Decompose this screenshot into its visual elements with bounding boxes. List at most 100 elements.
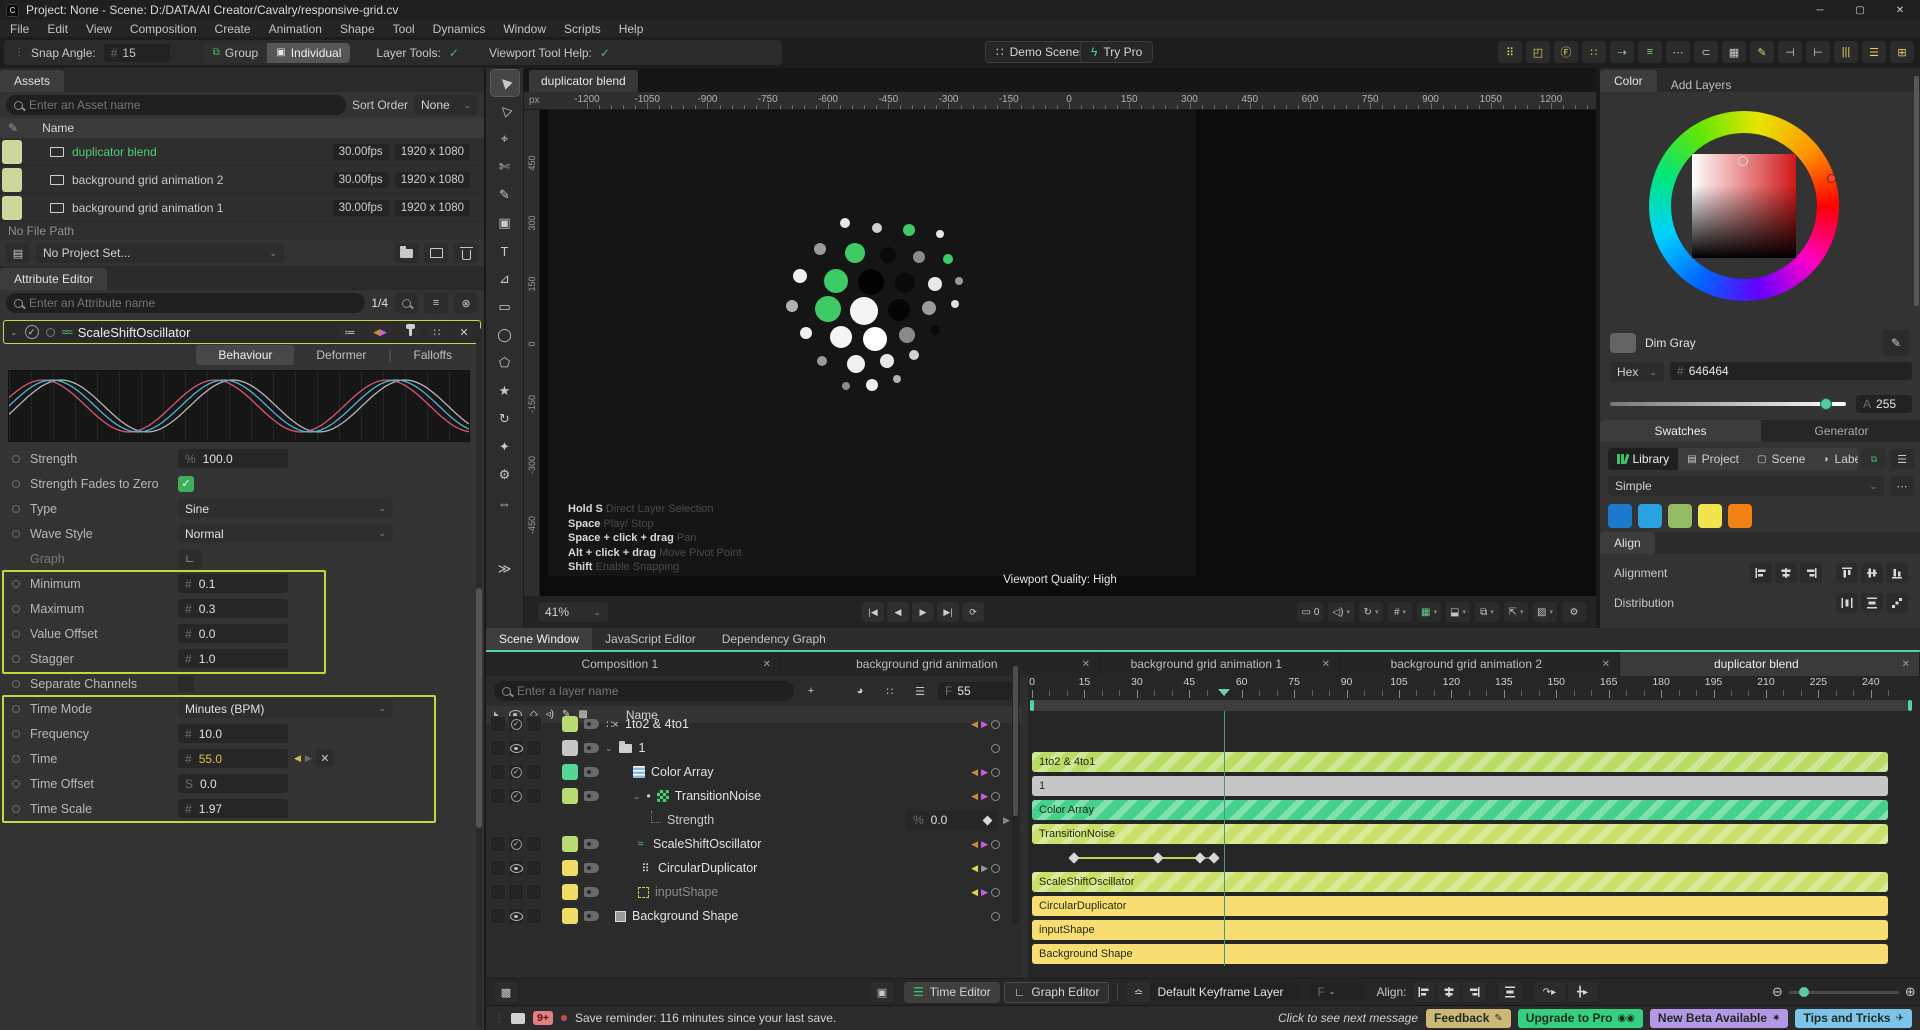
keyframe-diamond-icon[interactable] bbox=[982, 815, 993, 825]
input-arrow-icon[interactable]: ◀ bbox=[971, 767, 978, 778]
timeline-zoom-slider[interactable] bbox=[1788, 986, 1899, 997]
layer-row[interactable]: ✓ ⌄ • TransitionNoise ◀ ▶ bbox=[486, 784, 1022, 808]
render-toggle-icon[interactable] bbox=[991, 719, 1000, 729]
tab-scene-window[interactable]: Scene Window bbox=[486, 628, 593, 650]
layer-row[interactable]: ✓ Color Array ◀ ▶ bbox=[486, 760, 1022, 784]
attribute-field[interactable]: #1.0 bbox=[178, 649, 288, 668]
tag-icon[interactable] bbox=[584, 887, 599, 897]
tips-and-tricks-button[interactable]: Tips and Tricks ✈ bbox=[1795, 1008, 1912, 1028]
layer-row[interactable]: ⌄ 1 bbox=[486, 736, 1022, 760]
render-toggle-icon[interactable] bbox=[991, 911, 1000, 921]
tab-assets[interactable]: Assets bbox=[0, 70, 65, 92]
solo-cell[interactable] bbox=[526, 740, 542, 756]
table-icon[interactable]: ▦ bbox=[1722, 41, 1746, 63]
source-tab-labels[interactable]: ◗ Labels bbox=[1814, 448, 1858, 470]
zoom-in-icon[interactable]: ⊕ bbox=[1905, 984, 1916, 1000]
remove-keyframe-button[interactable]: ✕ bbox=[315, 750, 334, 767]
timeline-zoom-handle[interactable] bbox=[1798, 986, 1809, 997]
render-toggle-icon[interactable] bbox=[991, 743, 1000, 753]
align-top-button[interactable] bbox=[1836, 563, 1858, 583]
close-icon[interactable]: ✕ bbox=[1593, 659, 1619, 670]
project-set-icon[interactable]: ▤ bbox=[6, 243, 30, 263]
new-beta-available-button[interactable]: New Beta Available ✷ bbox=[1649, 1008, 1789, 1028]
hex-field[interactable]: # 646464 bbox=[1670, 362, 1912, 380]
asset-search-input[interactable] bbox=[29, 98, 338, 112]
more-tools-button[interactable]: ≫ bbox=[491, 556, 519, 582]
attribute-search-input[interactable] bbox=[29, 296, 358, 310]
star-tool[interactable]: ★ bbox=[491, 378, 519, 404]
color-swatch[interactable] bbox=[1698, 504, 1722, 528]
menu-shape[interactable]: Shape bbox=[340, 22, 375, 36]
keyframe-diamond[interactable] bbox=[1068, 852, 1080, 864]
source-tab-scene[interactable]: ▢ Scene bbox=[1748, 448, 1814, 470]
checker-icon[interactable]: ▨ ▾ bbox=[1533, 602, 1557, 622]
attribute-checkbox[interactable] bbox=[178, 675, 194, 692]
align-left-icon[interactable]: ⊣ bbox=[1778, 41, 1802, 63]
tab-javascript-editor[interactable]: JavaScript Editor bbox=[592, 628, 709, 650]
timeline-bar[interactable]: 1 bbox=[1032, 776, 1888, 796]
attribute-socket-icon[interactable] bbox=[12, 454, 20, 463]
expander-chevron-icon[interactable]: ⌄ bbox=[633, 791, 641, 802]
align-bottom-button[interactable] bbox=[1886, 563, 1908, 583]
attribute-field[interactable]: #10.0 bbox=[178, 724, 288, 743]
input-arrow-icon[interactable]: ◀ bbox=[971, 863, 978, 874]
layer-color-chip[interactable] bbox=[562, 740, 578, 756]
pin-button[interactable] bbox=[400, 322, 420, 342]
viewport-zoom-dropdown[interactable]: 41% ⌄ bbox=[538, 602, 608, 622]
kf-align-right-button[interactable] bbox=[1462, 982, 1485, 1002]
attribute-socket-icon[interactable] bbox=[12, 629, 20, 638]
open-folder-button[interactable] bbox=[394, 243, 418, 263]
attribute-socket-icon[interactable] bbox=[12, 504, 20, 513]
asset-row[interactable]: background grid animation 1 30.00fps 1920 … bbox=[0, 194, 484, 222]
maximize-button[interactable]: ▢ bbox=[1840, 0, 1880, 20]
kf-ease-button[interactable]: ↷▸ bbox=[1534, 982, 1565, 1002]
visibility-cell[interactable] bbox=[508, 908, 524, 924]
attribute-socket-icon[interactable] bbox=[12, 704, 20, 713]
render-toggle-icon[interactable] bbox=[991, 767, 1000, 777]
messages-icon[interactable] bbox=[511, 1012, 525, 1024]
source-tab-library[interactable]: Library bbox=[1608, 448, 1679, 470]
kf-align-left-button[interactable] bbox=[1412, 982, 1435, 1002]
lock-cell[interactable] bbox=[490, 788, 506, 804]
scatter-icon[interactable]: ∷ bbox=[1582, 41, 1606, 63]
timeline-bar[interactable]: ScaleShiftOscillator bbox=[1032, 872, 1888, 892]
tab-color[interactable]: Color bbox=[1600, 70, 1657, 92]
attribute-socket-icon[interactable] bbox=[12, 729, 20, 738]
lock-cell[interactable] bbox=[490, 908, 506, 924]
export-icon[interactable]: ⇱ ▾ bbox=[1504, 602, 1528, 622]
tab-add-layers[interactable]: Add Layers bbox=[1657, 78, 1746, 92]
tag-icon[interactable] bbox=[584, 719, 599, 729]
solo-cell[interactable] bbox=[526, 884, 542, 900]
try-pro-button[interactable]: ϟ Try Pro bbox=[1080, 41, 1154, 63]
alpha-slider[interactable] bbox=[1610, 398, 1846, 410]
layer-row[interactable]: Strength% 0.0 ▶ bbox=[486, 808, 1022, 832]
alpha-field[interactable]: A 255 bbox=[1856, 395, 1912, 413]
tag-visibility-button[interactable]: ▩ bbox=[494, 982, 518, 1002]
kf-spacing-button[interactable]: ╋▸ bbox=[1567, 982, 1598, 1002]
tag-icon[interactable] bbox=[584, 743, 599, 753]
timeline-bar[interactable]: 1to2 & 4to1 bbox=[1032, 752, 1888, 772]
drag-handle-icon[interactable]: ⋮ bbox=[494, 1013, 504, 1024]
direct-select-tool[interactable]: ▷ bbox=[491, 98, 519, 124]
color-mode-dropdown[interactable]: Hex ⌄ bbox=[1610, 362, 1664, 382]
audio-icon[interactable]: ◁) ▾ bbox=[1328, 602, 1354, 622]
viewport-tab[interactable]: duplicator blend bbox=[529, 70, 638, 92]
attribute-socket-icon[interactable] bbox=[12, 529, 20, 538]
output-arrow-icon[interactable]: ▶ bbox=[981, 887, 988, 898]
color-swatch[interactable] bbox=[1728, 504, 1752, 528]
filter-settings-button[interactable]: ☰ bbox=[908, 681, 932, 701]
layer-row[interactable]: ⠿ CircularDuplicator ◀ ▶ bbox=[486, 856, 1022, 880]
node-io-arrows[interactable]: ◀ ▶ bbox=[367, 322, 393, 342]
attribute-socket-icon[interactable] bbox=[12, 579, 20, 588]
render-toggle-icon[interactable] bbox=[991, 863, 1000, 873]
rotate-tool[interactable]: ↻ bbox=[491, 406, 519, 432]
attribute-socket-icon[interactable] bbox=[12, 779, 20, 788]
tag-icon[interactable] bbox=[584, 839, 599, 849]
keyframe-diamond[interactable] bbox=[1194, 852, 1206, 864]
comp-tab[interactable]: duplicator blend ✕ bbox=[1620, 652, 1920, 676]
distribute-v-button[interactable] bbox=[1861, 593, 1883, 613]
settings-tool[interactable]: ⚙ bbox=[491, 462, 519, 488]
visibility-cell[interactable]: ✓ bbox=[508, 716, 524, 732]
timeline[interactable]: 0 15 30 45 60 75 90 105 120 135 150 165 180 195 210 225… bbox=[1028, 676, 1920, 978]
timeline-bar[interactable]: TransitionNoise bbox=[1032, 824, 1888, 844]
